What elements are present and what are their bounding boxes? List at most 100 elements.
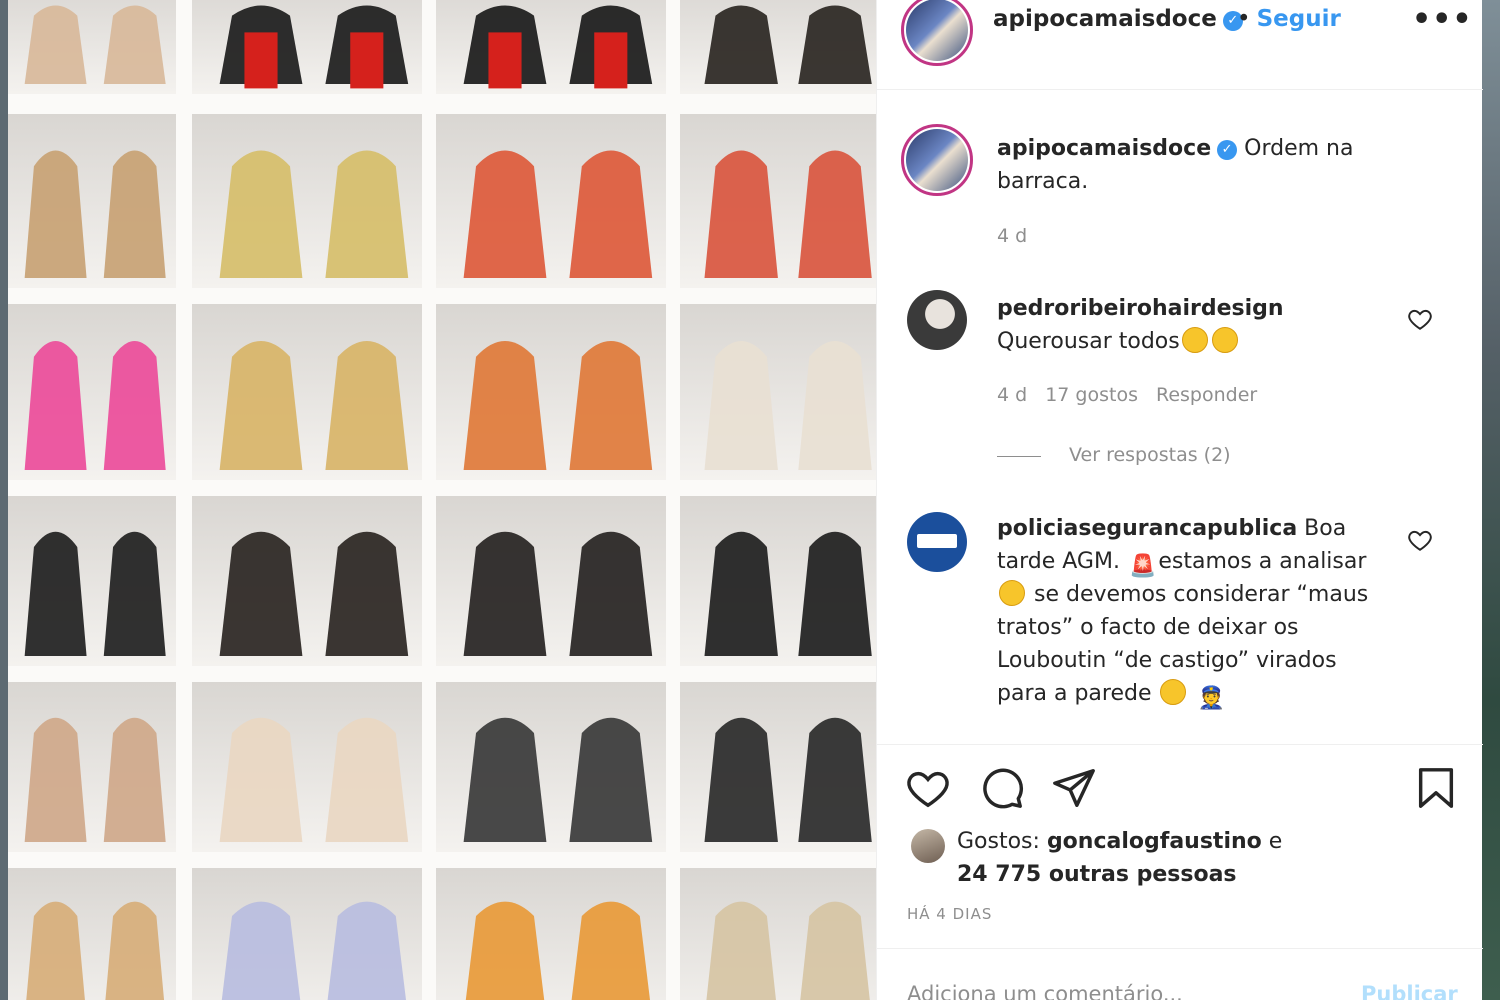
shoe	[24, 717, 87, 842]
post-header: apipocamaisdoce ✓ • Seguir •••	[877, 0, 1483, 90]
shoe	[571, 901, 651, 1000]
red-sole	[244, 32, 278, 89]
shoe	[463, 340, 547, 470]
comment-text: Querousar todos	[997, 329, 1180, 354]
likes-conjunction: e	[1268, 829, 1283, 854]
shoe	[798, 150, 872, 278]
caption-username[interactable]: apipocamaisdoce	[997, 136, 1211, 161]
liker-username[interactable]: goncalogfaustino	[1047, 829, 1262, 854]
shoe	[24, 150, 87, 278]
shoe	[24, 340, 87, 470]
comment-meta: 4 d 17 gostos Responder	[997, 384, 1275, 406]
shoe	[325, 717, 409, 842]
shoe	[103, 150, 166, 278]
shoe	[103, 5, 166, 85]
shoe	[219, 150, 303, 278]
shoe	[569, 717, 653, 842]
comment-text: estamos a analisar	[1158, 549, 1367, 574]
shoe	[219, 531, 303, 656]
comment-2: policiasegurancapublica Boa tarde AGM. 🚨…	[997, 512, 1387, 711]
follow-button[interactable]: • Seguir	[1237, 6, 1341, 32]
author-avatar[interactable]	[901, 0, 973, 66]
shoe	[569, 531, 653, 656]
shoe	[219, 340, 303, 470]
shoe	[325, 150, 409, 278]
monocle-emoji-icon	[999, 580, 1025, 606]
police-officer-emoji-icon: 👮	[1197, 686, 1225, 711]
commenter-avatar[interactable]	[907, 512, 967, 572]
view-replies-button[interactable]: Ver respostas (2)	[1069, 444, 1231, 466]
shoe	[325, 531, 409, 656]
comment-like-heart-icon[interactable]	[1407, 527, 1433, 553]
caption-time: 4 d	[997, 225, 1028, 247]
comment-input[interactable]: Adiciona um comentário...	[907, 982, 1183, 1000]
siren-emoji-icon: 🚨	[1128, 554, 1157, 579]
comment-time: 4 d	[997, 384, 1028, 406]
shoe	[219, 717, 303, 842]
follow-label[interactable]: Seguir	[1257, 6, 1341, 32]
shoe	[704, 531, 778, 656]
shoe	[24, 531, 87, 656]
actions-divider	[877, 744, 1483, 745]
bookmark-icon[interactable]	[1413, 765, 1459, 811]
heart-icon[interactable]	[905, 765, 951, 811]
shoe	[463, 717, 547, 842]
shoe	[798, 5, 872, 85]
shoe	[704, 150, 778, 278]
shoe	[569, 150, 653, 278]
shoe	[24, 5, 87, 85]
comment-icon[interactable]	[979, 765, 1025, 811]
shoe	[103, 717, 166, 842]
shoe	[325, 340, 409, 470]
reply-button[interactable]: Responder	[1156, 384, 1257, 406]
caption-avatar[interactable]	[901, 124, 973, 196]
red-sole	[488, 32, 522, 89]
share-icon[interactable]	[1051, 765, 1097, 811]
shoe	[706, 901, 776, 1000]
dot-separator: •	[1237, 6, 1251, 32]
shoe	[800, 901, 870, 1000]
publish-button[interactable]: Publicar	[1361, 982, 1458, 1000]
likes-count[interactable]: 24 775 outras pessoas	[957, 862, 1237, 887]
shoe	[26, 901, 85, 1000]
shoe	[704, 5, 778, 85]
author-username[interactable]: apipocamaisdoce	[993, 6, 1217, 32]
liker-avatar[interactable]	[911, 829, 945, 863]
shoe	[465, 901, 545, 1000]
shoe	[463, 150, 547, 278]
comment-username[interactable]: pedroribeirohairdesign	[997, 296, 1284, 321]
background-right	[1482, 0, 1500, 1000]
red-sole	[350, 32, 384, 89]
shoe	[221, 901, 301, 1000]
shoe	[569, 340, 653, 470]
likes-summary[interactable]: Gostos: goncalogfaustino e 24 775 outras…	[957, 825, 1282, 891]
shoe	[103, 531, 166, 656]
replies-divider	[997, 456, 1041, 457]
thinking-emoji-icon	[1160, 679, 1187, 705]
police-logo-icon	[917, 534, 957, 548]
shoe-shelf-image	[8, 0, 876, 1000]
shoe	[704, 340, 778, 470]
comment-1: pedroribeirohairdesign Querousar todos	[997, 292, 1377, 358]
shoe	[798, 340, 872, 470]
comment-like-heart-icon[interactable]	[1407, 306, 1433, 332]
verified-badge-icon: ✓	[1217, 140, 1238, 160]
author-username-row: apipocamaisdoce ✓	[993, 6, 1243, 32]
shoe	[798, 531, 872, 656]
more-options-icon[interactable]: •••	[1412, 2, 1473, 37]
comment-box-divider	[877, 948, 1483, 949]
commenter-avatar[interactable]	[907, 290, 967, 350]
shoe	[798, 717, 872, 842]
laughing-emoji-icon	[1211, 327, 1238, 353]
post-timestamp: HÁ 4 DIAS	[907, 905, 993, 923]
caption: apipocamaisdoce ✓ Ordem na barraca.	[997, 132, 1397, 198]
background-left	[0, 0, 8, 1000]
likes-prefix: Gostos:	[957, 829, 1040, 854]
red-sole	[594, 32, 628, 89]
shoe	[105, 901, 165, 1000]
comment-likes[interactable]: 17 gostos	[1045, 384, 1138, 406]
comment-username[interactable]: policiasegurancapublica	[997, 516, 1297, 541]
post-photo[interactable]	[8, 0, 876, 1000]
shoe	[103, 340, 166, 470]
post-panel: apipocamaisdoce ✓ • Seguir ••• apipocamais…	[876, 0, 1483, 1000]
